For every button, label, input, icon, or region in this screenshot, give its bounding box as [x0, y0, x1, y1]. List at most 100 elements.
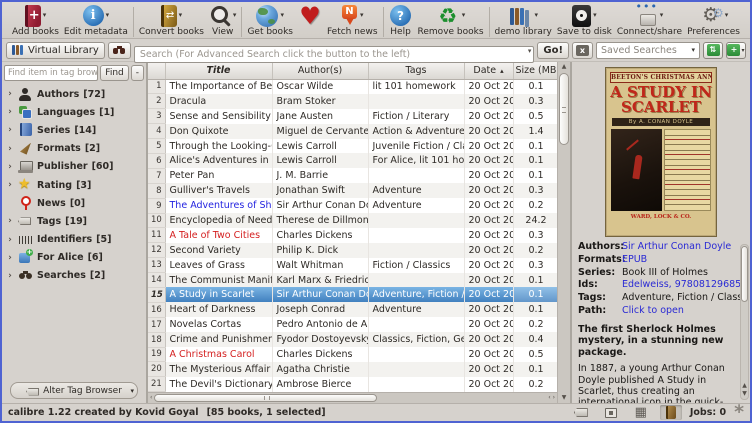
title-cell[interactable]: Through the Looking-Glass [165, 139, 272, 154]
size-cell[interactable]: 0.5 [513, 109, 559, 124]
expander-arrow-icon[interactable] [6, 144, 14, 154]
tag-browser-find-input[interactable]: Find item in tag browser [4, 65, 98, 81]
expander-arrow-icon[interactable] [6, 271, 14, 281]
size-cell[interactable]: 0.1 [513, 153, 559, 168]
row-number-cell[interactable]: 8 [148, 183, 165, 198]
size-cell[interactable]: 1.4 [513, 124, 559, 139]
search-history-arrow-icon[interactable] [528, 47, 532, 55]
sidebar-item-languages[interactable]: Languages [1] [4, 103, 144, 121]
size-cell[interactable]: 0.4 [513, 332, 559, 347]
book-row[interactable]: 20 The Mysterious Affair at Styles Agath… [148, 362, 559, 377]
book-row[interactable]: 1 The Importance of Being Ear... Oscar W… [148, 79, 559, 94]
authors-cell[interactable]: Joseph Conrad [272, 302, 368, 317]
authors-cell[interactable]: Miguel de Cervantes Saa... [272, 124, 368, 139]
size-cell[interactable]: 24.2 [513, 213, 559, 228]
book-row[interactable]: 11 A Tale of Two Cities Charles Dickens … [148, 228, 559, 243]
edit-metadata-button[interactable]: Edit metadata [64, 4, 128, 38]
scroll-left-icon[interactable]: ‹ [548, 394, 550, 402]
date-cell[interactable]: 20 Oct 2010 [464, 79, 513, 94]
title-cell[interactable]: The Mysterious Affair at Styles [165, 362, 272, 377]
date-cell[interactable]: 20 Oct 2010 [464, 347, 513, 362]
title-cell[interactable]: Novelas Cortas [165, 317, 272, 332]
authors-cell[interactable]: Sir Arthur Conan Doyle [272, 287, 368, 302]
expander-arrow-icon[interactable] [6, 180, 14, 190]
save-search-button[interactable] [726, 42, 746, 59]
header-size[interactable]: Size (MB) [513, 62, 559, 79]
tags-cell[interactable]: Fiction / Classics [368, 258, 464, 273]
copy-search-button[interactable] [703, 42, 723, 59]
cover-browser-toggle-button[interactable] [600, 405, 622, 420]
title-cell[interactable]: Crime and Punishment [165, 332, 272, 347]
donate-button[interactable] [298, 4, 322, 27]
title-cell[interactable]: Encyclopedia of Needlework [165, 213, 272, 228]
vertical-scroll-thumb[interactable] [559, 73, 569, 145]
field-value[interactable]: Adventure, Fiction / Classics [622, 292, 740, 305]
remove-books-button[interactable]: Remove books [418, 4, 484, 38]
tags-cell[interactable] [368, 243, 464, 258]
dropdown-arrow-icon[interactable] [593, 12, 597, 19]
book-row[interactable]: 3 Sense and Sensibility Jane Austen Fict… [148, 109, 559, 124]
authors-cell[interactable]: Therese de Dillmont [272, 213, 368, 228]
sidebar-item-publisher[interactable]: Publisher [60] [4, 158, 144, 176]
book-row[interactable]: 19 A Christmas Carol Charles Dickens 20 … [148, 347, 559, 362]
authors-cell[interactable]: Lewis Carroll [272, 153, 368, 168]
chevron-down-icon[interactable] [741, 47, 744, 54]
field-value[interactable]: Book III of Holmes [622, 267, 740, 280]
title-cell[interactable]: The Communist Manifesto [165, 273, 272, 288]
dropdown-arrow-icon[interactable] [106, 12, 110, 19]
date-cell[interactable]: 20 Oct 2010 [464, 228, 513, 243]
row-number-cell[interactable]: 20 [148, 362, 165, 377]
size-cell[interactable]: 0.1 [513, 287, 559, 302]
size-cell[interactable]: 0.2 [513, 243, 559, 258]
size-cell[interactable]: 0.3 [513, 228, 559, 243]
date-cell[interactable]: 20 Oct 2010 [464, 377, 513, 392]
view-button[interactable]: View [209, 4, 237, 38]
date-cell[interactable]: 20 Oct 2010 [464, 287, 513, 302]
book-cover[interactable]: BEETON'S CHRISTMAS ANNUAL A STUDY IN SCA… [605, 67, 717, 237]
title-cell[interactable]: Alice's Adventures in Wonder... [165, 153, 272, 168]
date-cell[interactable]: 20 Oct 2010 [464, 332, 513, 347]
book-row[interactable]: 8 Gulliver's Travels Jonathan Swift Adve… [148, 183, 559, 198]
sidebar-item-tags[interactable]: Tags [19] [4, 212, 144, 230]
date-cell[interactable]: 20 Oct 2010 [464, 198, 513, 213]
add-books-button[interactable]: Add books [12, 4, 59, 38]
authors-cell[interactable]: Lewis Carroll [272, 139, 368, 154]
title-cell[interactable]: The Importance of Being Ear... [165, 79, 272, 94]
authors-cell[interactable]: J. M. Barrie [272, 168, 368, 183]
tags-cell[interactable] [368, 168, 464, 183]
title-cell[interactable]: Heart of Darkness [165, 302, 272, 317]
book-row[interactable]: 17 Novelas Cortas Pedro Antonio de Alarc… [148, 317, 559, 332]
title-cell[interactable]: Second Variety [165, 243, 272, 258]
tags-cell[interactable]: Fiction / Literary [368, 109, 464, 124]
horizontal-scrollbar[interactable]: ‹ ‹ › [148, 392, 557, 403]
jobs-status[interactable]: Jobs: 0 [690, 407, 726, 418]
save-to-disk-button[interactable]: Save to disk [557, 4, 612, 38]
book-row[interactable]: 13 Leaves of Grass Walt Whitman Fiction … [148, 258, 559, 273]
title-cell[interactable]: Peter Pan [165, 168, 272, 183]
authors-cell[interactable]: Charles Dickens [272, 228, 368, 243]
tags-cell[interactable] [368, 228, 464, 243]
row-number-cell[interactable]: 10 [148, 213, 165, 228]
title-cell[interactable]: The Adventures of Sherlock ... [165, 198, 272, 213]
book-row[interactable]: 10 Encyclopedia of Needlework Therese de… [148, 213, 559, 228]
date-cell[interactable]: 20 Oct 2010 [464, 243, 513, 258]
row-number-cell[interactable]: 9 [148, 198, 165, 213]
horizontal-scroll-thumb[interactable] [154, 394, 377, 402]
sidebar-item-authors[interactable]: Authors [72] [4, 85, 144, 103]
tags-cell[interactable] [368, 362, 464, 377]
size-cell[interactable]: 0.1 [513, 168, 559, 183]
size-cell[interactable]: 0.5 [513, 347, 559, 362]
fetch-news-button[interactable]: Fetch news [327, 4, 378, 38]
size-cell[interactable]: 0.1 [513, 79, 559, 94]
authors-cell[interactable]: Jane Austen [272, 109, 368, 124]
dropdown-arrow-icon[interactable] [280, 12, 284, 19]
book-row[interactable]: 16 Heart of Darkness Joseph Conrad Adven… [148, 302, 559, 317]
date-cell[interactable]: 20 Oct 2010 [464, 183, 513, 198]
authors-cell[interactable]: Philip K. Dick [272, 243, 368, 258]
sidebar-item-identifiers[interactable]: Identifiers [5] [4, 231, 144, 249]
dropdown-arrow-icon[interactable] [660, 12, 664, 19]
authors-cell[interactable]: Karl Marx & Friedrich Eng... [272, 273, 368, 288]
tags-cell[interactable] [368, 213, 464, 228]
date-cell[interactable]: 20 Oct 2010 [464, 94, 513, 109]
tags-cell[interactable]: lit 101 homework [368, 79, 464, 94]
